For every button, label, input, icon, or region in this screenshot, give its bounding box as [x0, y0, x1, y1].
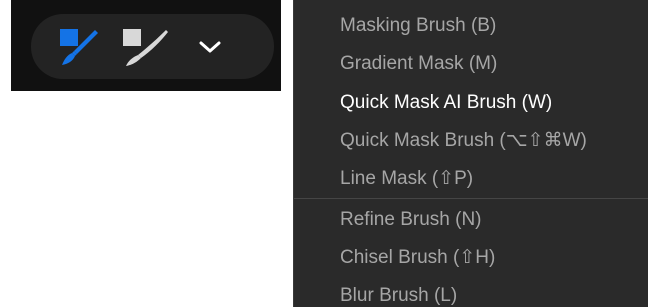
menu-item-refine-brush[interactable]: Refine Brush (N)	[340, 208, 482, 232]
menu-divider	[294, 198, 648, 199]
brush-tool-menu: Masking Brush (B) Gradient Mask (M) Quic…	[293, 0, 648, 307]
brush-menu-dropdown-button[interactable]	[188, 26, 232, 68]
quick-mask-brush-button[interactable]	[120, 26, 170, 68]
menu-item-chisel-brush[interactable]: Chisel Brush (⇧H)	[340, 246, 495, 270]
masking-brush-icon	[60, 29, 98, 65]
menu-item-blur-brush[interactable]: Blur Brush (L)	[340, 284, 457, 307]
masking-brush-button[interactable]	[54, 26, 104, 68]
menu-item-line-mask[interactable]: Line Mask (⇧P)	[340, 167, 473, 191]
mask-tool-toolbar	[11, 0, 281, 91]
menu-item-quick-mask-ai-brush[interactable]: Quick Mask AI Brush (W)	[340, 91, 552, 115]
screen: Masking Brush (B) Gradient Mask (M) Quic…	[0, 0, 648, 307]
menu-item-gradient-mask[interactable]: Gradient Mask (M)	[340, 52, 497, 76]
mask-tool-group	[31, 14, 274, 79]
menu-item-quick-mask-brush[interactable]: Quick Mask Brush (⌥⇧⌘W)	[340, 129, 587, 153]
menu-item-masking-brush[interactable]: Masking Brush (B)	[340, 14, 496, 38]
chevron-down-icon	[199, 41, 221, 53]
quick-mask-brush-icon	[123, 29, 168, 66]
